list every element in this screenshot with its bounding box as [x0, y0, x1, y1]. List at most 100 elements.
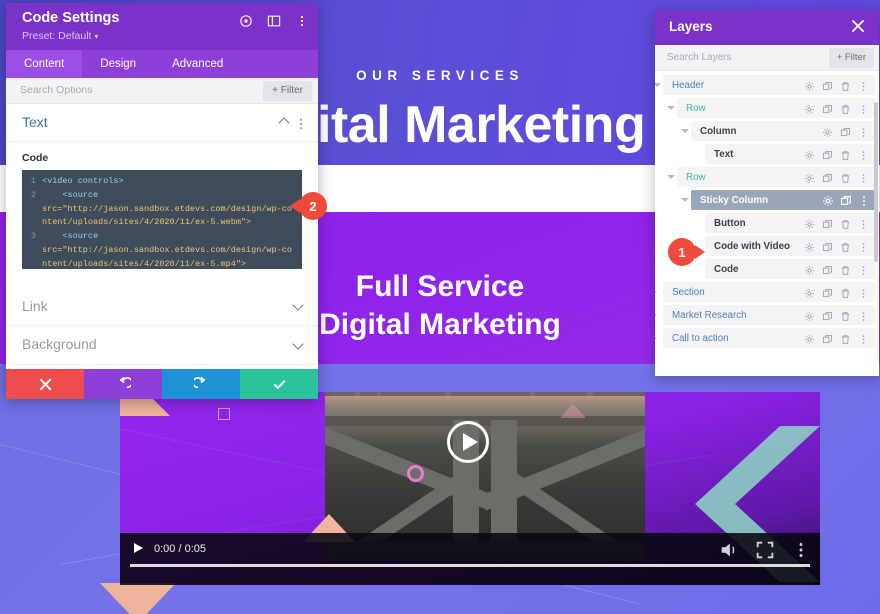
layers-scrollbar[interactable] [874, 102, 878, 262]
duplicate-icon[interactable] [840, 194, 851, 205]
preset-selector[interactable]: Preset: Default ▾ [22, 30, 98, 42]
caret-right-icon[interactable] [655, 289, 657, 295]
more-vertical-icon[interactable] [858, 79, 869, 91]
layer-row-pill[interactable]: Sticky Column [691, 190, 875, 210]
gear-icon[interactable] [804, 286, 815, 299]
layout-icon[interactable] [266, 13, 282, 29]
caret-down-icon[interactable] [655, 83, 661, 90]
section-background[interactable]: Background [6, 326, 318, 365]
caret-down-icon[interactable] [667, 106, 675, 113]
filter-button[interactable]: + Filter [263, 81, 312, 101]
layer-row-pill[interactable]: Call to action [663, 328, 875, 348]
trash-icon[interactable] [840, 171, 851, 183]
layer-row-market-research[interactable]: Market Research [655, 304, 879, 326]
more-vertical-icon[interactable] [858, 263, 869, 275]
trash-icon[interactable] [840, 263, 851, 275]
more-vertical-icon[interactable] [790, 539, 812, 561]
tab-design[interactable]: Design [82, 50, 154, 78]
duplicate-icon[interactable] [840, 125, 851, 137]
seek-bar[interactable] [130, 564, 810, 567]
play-icon[interactable] [134, 543, 143, 553]
trash-icon[interactable] [840, 332, 851, 344]
duplicate-icon[interactable] [822, 217, 833, 229]
duplicate-icon[interactable] [822, 148, 833, 160]
caret-right-icon[interactable] [655, 312, 657, 318]
duplicate-icon[interactable] [822, 171, 833, 183]
duplicate-icon[interactable] [822, 286, 833, 298]
more-vertical-icon[interactable] [858, 148, 869, 160]
duplicate-icon[interactable] [822, 79, 833, 91]
layer-row-sticky-column[interactable]: Sticky Column [655, 189, 879, 211]
layer-row-button[interactable]: Button [655, 212, 879, 234]
gear-icon[interactable] [822, 125, 833, 138]
fullscreen-icon[interactable] [754, 539, 776, 561]
search-layers-input[interactable]: Search Layers [667, 52, 731, 63]
layer-row-pill[interactable]: Market Research [663, 305, 875, 325]
layers-filter-button[interactable]: + Filter [828, 48, 874, 68]
gear-icon[interactable] [804, 263, 815, 276]
layer-row-column[interactable]: Column [655, 120, 879, 142]
layer-row-pill[interactable]: Button [705, 213, 875, 233]
duplicate-icon[interactable] [822, 309, 833, 321]
gear-icon[interactable] [804, 240, 815, 253]
trash-icon[interactable] [840, 148, 851, 160]
more-vertical-icon[interactable] [858, 171, 869, 183]
layer-row-pill[interactable]: Row [677, 98, 875, 118]
more-vertical-icon[interactable] [858, 309, 869, 321]
trash-icon[interactable] [840, 240, 851, 252]
tab-content[interactable]: Content [6, 50, 83, 78]
layer-row-header[interactable]: Header [655, 74, 879, 96]
more-vertical-icon[interactable] [858, 102, 869, 114]
trash-icon[interactable] [840, 102, 851, 114]
duplicate-icon[interactable] [822, 240, 833, 252]
layer-row-call-to-action[interactable]: Call to action [655, 327, 879, 349]
duplicate-icon[interactable] [822, 332, 833, 344]
layer-row-pill[interactable]: Text [705, 144, 875, 164]
caret-down-icon[interactable] [681, 198, 689, 205]
search-options-input[interactable]: Search Options [20, 84, 92, 96]
more-vertical-icon[interactable] [296, 117, 306, 135]
gear-icon[interactable] [804, 79, 815, 92]
gear-icon[interactable] [804, 217, 815, 230]
close-icon[interactable] [851, 19, 865, 36]
trash-icon[interactable] [840, 217, 851, 229]
layer-row-pill[interactable]: Column [691, 121, 875, 141]
target-icon[interactable] [238, 13, 254, 29]
layer-row-pill[interactable]: Row [677, 167, 875, 187]
gear-icon[interactable] [804, 332, 815, 345]
code-editor[interactable]: 1 <video controls> 2 <source src="http://… [22, 170, 302, 269]
more-vertical-icon[interactable] [294, 13, 310, 29]
video-player-controls[interactable]: 0:00 / 0:05 [120, 533, 820, 585]
section-link[interactable]: Link [6, 288, 318, 326]
gear-icon[interactable] [804, 171, 815, 184]
trash-icon[interactable] [840, 79, 851, 91]
layer-row-pill[interactable]: Code [705, 259, 875, 279]
layer-row-pill[interactable]: Header [663, 75, 875, 95]
gear-icon[interactable] [804, 102, 815, 115]
layer-row-row[interactable]: Row [655, 97, 879, 119]
layer-row-pill[interactable]: Code with Video [705, 236, 875, 256]
section-text[interactable]: Text [6, 104, 318, 142]
layer-row-text[interactable]: Text [655, 143, 879, 165]
duplicate-icon[interactable] [822, 102, 833, 114]
more-vertical-icon[interactable] [858, 332, 869, 344]
more-vertical-icon[interactable] [858, 240, 869, 252]
undo-button[interactable] [84, 369, 162, 399]
redo-button[interactable] [162, 369, 240, 399]
video-center-play-button[interactable] [447, 421, 489, 463]
more-vertical-icon[interactable] [858, 217, 869, 229]
trash-icon[interactable] [840, 309, 851, 321]
chevron-down-icon[interactable] [292, 299, 304, 311]
tab-advanced[interactable]: Advanced [154, 50, 241, 78]
volume-icon[interactable] [718, 539, 740, 561]
caret-down-icon[interactable] [681, 129, 689, 136]
layer-row-section[interactable]: Section [655, 281, 879, 303]
trash-icon[interactable] [840, 286, 851, 298]
duplicate-icon[interactable] [822, 263, 833, 275]
layer-row-row[interactable]: Row [655, 166, 879, 188]
more-vertical-icon[interactable] [858, 194, 869, 206]
gear-icon[interactable] [822, 194, 833, 206]
caret-right-icon[interactable] [655, 335, 657, 341]
chevron-up-icon[interactable] [278, 117, 290, 129]
more-vertical-icon[interactable] [858, 125, 869, 137]
